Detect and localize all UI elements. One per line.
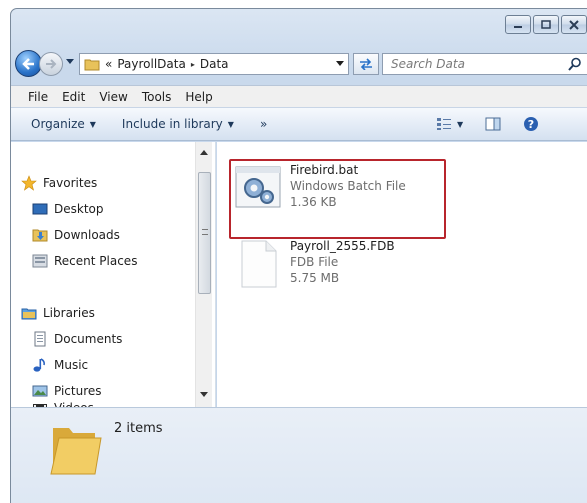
include-in-library-button[interactable]: Include in library ▼ (122, 117, 234, 131)
command-bar: Organize ▼ Include in library ▼ » ▼ ? (11, 107, 587, 141)
nav-documents-label: Documents (54, 332, 123, 346)
back-arrow-icon (21, 57, 34, 70)
file-size: 5.75 MB (290, 271, 340, 285)
music-icon (33, 358, 45, 372)
chevron-down-icon: ▼ (89, 119, 96, 129)
file-size: 1.36 KB (290, 195, 337, 209)
minimize-icon (514, 25, 522, 28)
minimize-button[interactable] (505, 15, 531, 34)
nav-music-label: Music (54, 358, 89, 372)
refresh-icon (360, 58, 372, 70)
nav-desktop[interactable]: Desktop (32, 201, 104, 217)
navigation-row: « PayrollData ▸ Data Search Data (15, 50, 587, 78)
help-icon[interactable]: ? (523, 116, 539, 132)
nav-libraries[interactable]: Libraries (21, 305, 95, 321)
caption-buttons (505, 15, 587, 34)
chevron-down-icon: ▼ (457, 119, 464, 129)
file-meta: Payroll_2555.FDB FDB File 5.75 MB (290, 239, 395, 289)
breadcrumb-separator[interactable]: ▸ (191, 60, 195, 69)
view-controls: ▼ ? (436, 116, 539, 132)
menu-tools[interactable]: Tools (135, 90, 179, 104)
scrollbar-thumb[interactable] (198, 172, 211, 294)
documents-icon (34, 331, 46, 347)
navigation-pane: Favorites Desktop Downloads Recent Place… (11, 142, 216, 409)
address-bar[interactable]: « PayrollData ▸ Data (79, 53, 349, 75)
menu-edit[interactable]: Edit (55, 90, 92, 104)
desktop-icon (32, 203, 48, 215)
breadcrumb-payrolldata[interactable]: PayrollData (117, 57, 185, 71)
nav-documents[interactable]: Documents (32, 331, 122, 347)
generic-file-icon (241, 240, 277, 288)
thumb-grip-icon (202, 229, 208, 235)
pictures-icon (32, 385, 48, 397)
nav-downloads-label: Downloads (54, 228, 120, 242)
file-type: Windows Batch File (290, 179, 406, 193)
explorer-window: « PayrollData ▸ Data Search Data File Ed… (10, 8, 587, 503)
search-placeholder: Search Data (391, 57, 465, 71)
back-button[interactable] (15, 50, 42, 77)
file-item-payroll[interactable]: Payroll_2555.FDB FDB File 5.75 MB (234, 239, 395, 289)
nav-recent-places-label: Recent Places (54, 254, 138, 268)
downloads-folder-icon (32, 229, 48, 242)
view-options-icon (437, 118, 451, 130)
more-commands-button[interactable]: » (260, 117, 267, 131)
menu-view[interactable]: View (92, 90, 134, 104)
organize-button[interactable]: Organize ▼ (31, 117, 96, 131)
scroll-up-icon[interactable] (200, 150, 208, 156)
refresh-button[interactable] (353, 53, 379, 75)
nav-libraries-label: Libraries (43, 306, 95, 320)
address-dropdown-icon[interactable] (336, 61, 344, 67)
libraries-icon (21, 308, 37, 320)
menu-help[interactable]: Help (178, 90, 219, 104)
recent-places-icon (32, 254, 48, 268)
folder-large-icon (50, 428, 102, 475)
history-dropdown-icon[interactable] (66, 59, 74, 65)
file-meta: Firebird.bat Windows Batch File 1.36 KB (290, 163, 406, 211)
file-name: Firebird.bat (290, 163, 359, 177)
nav-recent-places[interactable]: Recent Places (32, 253, 137, 269)
nav-pictures-label: Pictures (54, 384, 102, 398)
chevron-down-icon: ▼ (227, 119, 234, 129)
breadcrumb-data[interactable]: Data (200, 57, 229, 71)
nav-desktop-label: Desktop (54, 202, 104, 216)
menu-bar: File Edit View Tools Help (11, 85, 587, 107)
include-label: Include in library (121, 117, 223, 131)
nav-favorites[interactable]: Favorites (21, 175, 97, 191)
close-icon (569, 19, 579, 30)
address-overflow[interactable]: « (105, 57, 112, 71)
more-commands-label: » (259, 117, 268, 131)
forward-arrow-icon (46, 59, 57, 69)
star-icon (21, 175, 37, 191)
file-item-firebird[interactable]: Firebird.bat Windows Batch File 1.36 KB (234, 163, 406, 211)
nav-downloads[interactable]: Downloads (32, 227, 120, 243)
organize-label: Organize (31, 117, 85, 131)
folder-icon (84, 59, 100, 71)
nav-music[interactable]: Music (32, 357, 88, 373)
file-list-pane: Firebird.bat Windows Batch File 1.36 KB … (217, 142, 587, 407)
preview-pane-icon[interactable] (485, 117, 501, 131)
scroll-down-icon[interactable] (200, 392, 208, 398)
item-count: 2 items (114, 421, 163, 436)
close-button[interactable] (561, 15, 587, 34)
maximize-button[interactable] (533, 15, 559, 34)
file-type: FDB File (290, 255, 339, 269)
nav-favorites-label: Favorites (43, 176, 98, 190)
maximize-icon (541, 20, 551, 29)
menu-file[interactable]: File (21, 90, 55, 104)
forward-button[interactable] (39, 52, 63, 76)
nav-pictures[interactable]: Pictures (32, 383, 102, 399)
svg-text:?: ? (528, 118, 534, 131)
batch-file-gear-icon (235, 166, 281, 208)
search-input[interactable]: Search Data (382, 53, 587, 75)
search-icon[interactable] (568, 57, 582, 71)
nav-scrollbar[interactable] (195, 142, 212, 407)
change-view-button[interactable]: ▼ (436, 117, 463, 131)
details-pane: 2 items (11, 407, 587, 503)
file-name: Payroll_2555.FDB (290, 239, 395, 253)
